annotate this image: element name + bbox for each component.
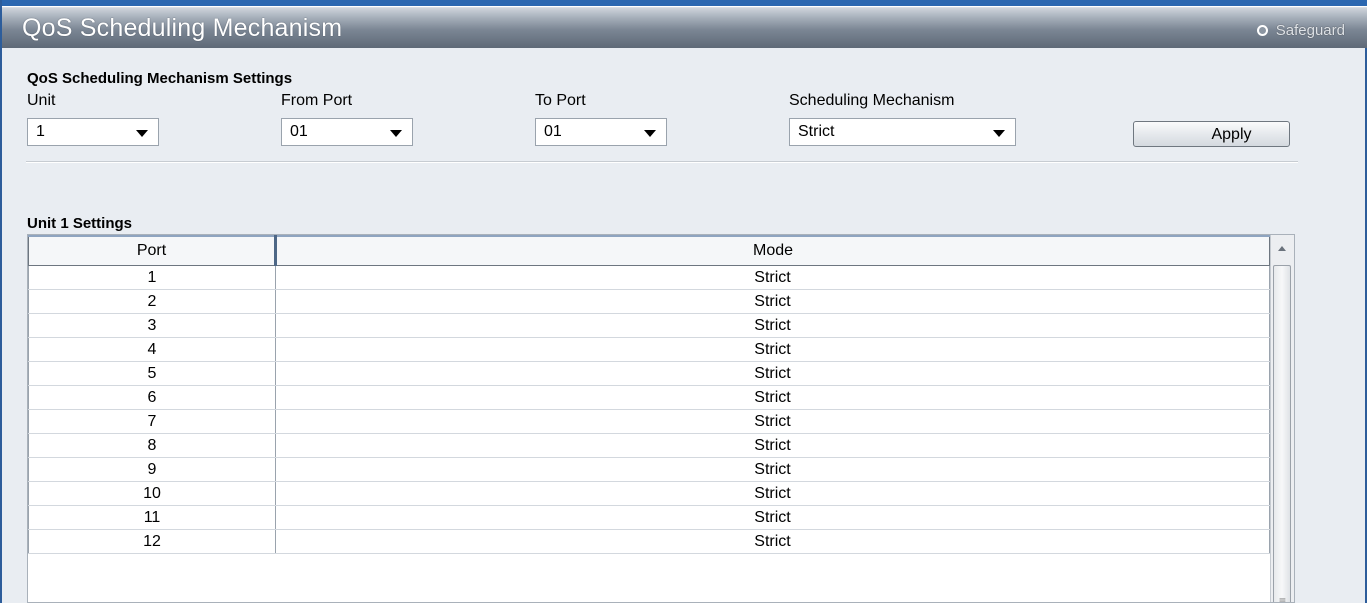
to-port-label: To Port [535, 92, 586, 109]
mode-cell: Strict [275, 505, 1270, 530]
port-cell: 8 [28, 433, 276, 458]
safeguard-indicator[interactable]: Safeguard [1256, 22, 1345, 39]
settings-table: Port Mode 1 Strict 2 Strict 3 Strict 4 Strict 5 S… [28, 235, 1270, 554]
grip-icon: ≡ [1279, 594, 1287, 603]
mode-cell: Strict [275, 385, 1270, 410]
port-cell: 3 [28, 313, 276, 338]
unit-label: Unit [27, 92, 56, 109]
table-row: 5 Strict [28, 361, 1270, 386]
port-cell: 7 [28, 409, 276, 434]
column-header-mode: Mode [275, 235, 1270, 266]
port-cell: 6 [28, 385, 276, 410]
mode-cell: Strict [275, 337, 1270, 362]
apply-button-label: Apply [1211, 126, 1252, 143]
settings-section-title: QoS Scheduling Mechanism Settings [27, 70, 293, 87]
scheduling-mechanism-select[interactable]: Strict [789, 118, 1016, 146]
port-cell: 9 [28, 457, 276, 482]
from-port-select[interactable]: 01 [281, 118, 413, 146]
table-body: 1 Strict 2 Strict 3 Strict 4 Strict 5 Strict 6 Stri… [28, 265, 1270, 554]
table-row: 2 Strict [28, 289, 1270, 314]
table-row: 3 Strict [28, 313, 1270, 338]
chevron-down-icon [993, 130, 1005, 137]
chevron-down-icon [390, 130, 402, 137]
port-cell: 4 [28, 337, 276, 362]
mode-cell: Strict [275, 265, 1270, 290]
port-cell: 1 [28, 265, 276, 290]
table-row: 12 Strict [28, 529, 1270, 554]
unit-select-value: 1 [36, 123, 45, 140]
to-port-select-value: 01 [544, 123, 562, 140]
unit-settings-table: Port Mode 1 Strict 2 Strict 3 Strict 4 Strict 5 S… [27, 234, 1295, 603]
apply-button[interactable]: Apply [1133, 121, 1290, 147]
column-header-port: Port [28, 235, 277, 266]
main-content: QoS Scheduling Mechanism Settings Unit F… [2, 48, 1365, 603]
app-window: QoS Scheduling Mechanism Safeguard QoS S… [0, 0, 1367, 603]
table-row: 1 Strict [28, 265, 1270, 290]
unit-settings-title: Unit 1 Settings [27, 215, 133, 232]
unit-select[interactable]: 1 [27, 118, 159, 146]
safeguard-label: Safeguard [1275, 22, 1345, 39]
to-port-select[interactable]: 01 [535, 118, 667, 146]
table-row: 8 Strict [28, 433, 1270, 458]
port-cell: 2 [28, 289, 276, 314]
mode-cell: Strict [275, 409, 1270, 434]
mode-cell: Strict [275, 289, 1270, 314]
port-cell: 11 [28, 505, 276, 530]
port-cell: 5 [28, 361, 276, 386]
table-row: 7 Strict [28, 409, 1270, 434]
chevron-down-icon [644, 130, 656, 137]
table-row: 11 Strict [28, 505, 1270, 530]
table-row: 4 Strict [28, 337, 1270, 362]
mode-cell: Strict [275, 481, 1270, 506]
table-row: 6 Strict [28, 385, 1270, 410]
mode-cell: Strict [275, 361, 1270, 386]
mode-cell: Strict [275, 313, 1270, 338]
table-row: 10 Strict [28, 481, 1270, 506]
scrollbar-thumb[interactable]: ≡ [1273, 265, 1291, 603]
port-cell: 12 [28, 529, 276, 554]
scheduling-mechanism-select-value: Strict [798, 123, 835, 140]
from-port-select-value: 01 [290, 123, 308, 140]
from-port-label: From Port [281, 92, 353, 109]
table-scrollbar[interactable]: ≡ [1270, 235, 1294, 602]
title-bar: QoS Scheduling Mechanism Safeguard [2, 0, 1367, 48]
mode-cell: Strict [275, 457, 1270, 482]
scroll-up-arrow-icon[interactable] [1278, 246, 1286, 251]
table-row: 9 Strict [28, 457, 1270, 482]
port-cell: 10 [28, 481, 276, 506]
mode-cell: Strict [275, 529, 1270, 554]
scheduling-mechanism-label: Scheduling Mechanism [789, 92, 955, 109]
table-header-row: Port Mode [28, 235, 1270, 266]
status-dot-icon [1256, 25, 1268, 36]
section-divider [26, 161, 1298, 163]
chevron-down-icon [136, 130, 148, 137]
mode-cell: Strict [275, 433, 1270, 458]
page-title: QoS Scheduling Mechanism [22, 14, 343, 42]
